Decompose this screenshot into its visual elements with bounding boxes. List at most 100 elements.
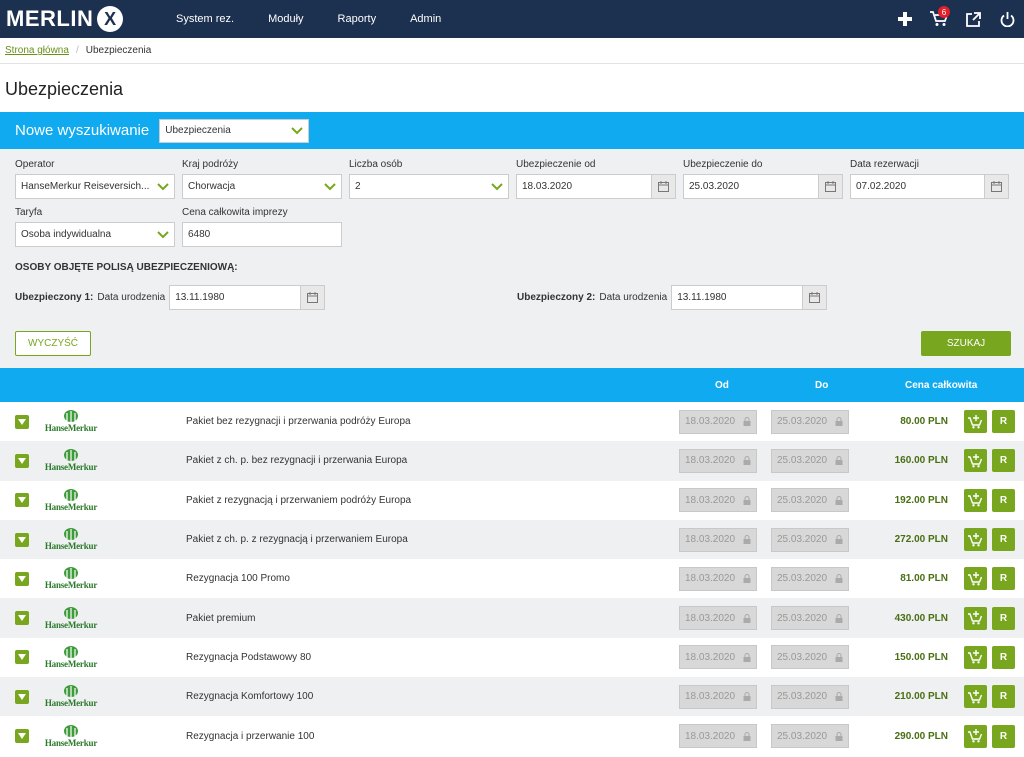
insurance-from-field: Ubezpieczenie od 18.03.2020 — [516, 159, 676, 199]
expand-icon[interactable] — [15, 493, 29, 508]
calendar-icon[interactable] — [802, 285, 828, 310]
total-price-input[interactable]: 6480 — [182, 222, 342, 247]
breadcrumb: Strona główna / Ubezpieczenia — [0, 38, 1024, 64]
total-price: 150.00 PLN — [894, 651, 948, 663]
calendar-icon[interactable] — [300, 285, 326, 310]
breadcrumb-home-link[interactable]: Strona główna — [5, 45, 69, 56]
tariff-select[interactable]: Osoba indywidualna — [15, 222, 175, 247]
lock-icon — [743, 613, 751, 623]
lock-icon — [743, 574, 751, 584]
plus-icon[interactable] — [888, 12, 922, 26]
persons-select[interactable]: 2 — [349, 174, 509, 199]
add-to-cart-button[interactable] — [964, 449, 987, 473]
merlin-logo[interactable]: MERLIN X — [6, 6, 156, 32]
add-to-cart-button[interactable] — [964, 528, 987, 552]
add-to-cart-icon — [968, 611, 983, 625]
reserve-button[interactable]: R — [992, 488, 1015, 512]
expand-icon[interactable] — [15, 571, 29, 586]
add-to-cart-icon — [968, 571, 983, 586]
expand-icon[interactable] — [15, 689, 29, 704]
date-to-readonly: 25.03.2020 — [771, 684, 849, 709]
birth-date-label: Data urodzenia — [97, 292, 166, 303]
nav-moduly[interactable]: Moduły — [268, 13, 303, 25]
reserve-button[interactable]: R — [992, 410, 1015, 434]
country-select[interactable]: Chorwacja — [182, 174, 342, 199]
add-to-cart-button[interactable] — [964, 410, 987, 434]
reserve-button[interactable]: R — [992, 685, 1015, 709]
tariff-label: Taryfa — [15, 207, 43, 218]
add-to-cart-icon — [968, 493, 983, 507]
date-from-value: 18.03.2020 — [685, 730, 736, 742]
reserve-button[interactable]: R — [992, 606, 1015, 630]
booking-date-input[interactable]: 07.02.2020 — [850, 174, 984, 199]
results-list: HanseMerkur Pakiet bez rezygnacji i prze… — [0, 402, 1024, 756]
package-name: Pakiet bez rezygnacji i przerwania podró… — [186, 416, 411, 428]
power-icon[interactable] — [990, 11, 1024, 27]
date-to-readonly: 25.03.2020 — [771, 566, 849, 591]
expand-icon[interactable] — [15, 414, 29, 429]
external-link-icon[interactable] — [956, 11, 990, 27]
search-type-select[interactable]: Ubezpieczenia — [159, 118, 310, 143]
lock-icon — [835, 652, 843, 662]
date-from-value: 18.03.2020 — [685, 651, 736, 663]
lock-icon — [743, 731, 751, 741]
nav-system-rez[interactable]: System rez. — [176, 13, 234, 25]
nav-raporty[interactable]: Raporty — [338, 13, 377, 25]
leaf-logo-icon — [64, 449, 78, 462]
reserve-button[interactable]: R — [992, 567, 1015, 591]
add-to-cart-button[interactable] — [964, 606, 987, 630]
logo-mark: X — [97, 6, 124, 32]
hansemerkur-logo: HanseMerkur — [40, 567, 102, 590]
add-to-cart-button[interactable] — [964, 645, 987, 669]
expand-icon[interactable] — [15, 453, 29, 468]
country-field: Kraj podróży Chorwacja — [182, 159, 342, 199]
lock-icon — [835, 417, 843, 427]
add-to-cart-icon — [968, 729, 983, 743]
lock-icon — [835, 535, 843, 545]
col-price-header: Cena całkowita — [905, 379, 978, 391]
result-row: HanseMerkur Pakiet z ch. p. z rezygnacją… — [0, 519, 1024, 560]
expand-icon[interactable] — [15, 611, 29, 626]
chevron-down-icon — [291, 126, 303, 134]
hansemerkur-logo: HanseMerkur — [40, 685, 102, 708]
reserve-button[interactable]: R — [992, 528, 1015, 552]
reserve-button[interactable]: R — [992, 645, 1015, 669]
search-title: Nowe wyszukiwanie — [15, 122, 150, 139]
insured-1-birth-input[interactable]: 13.11.1980 — [169, 285, 301, 310]
insured-2-row: Ubezpieczony 2: Data urodzenia 13.11.198… — [517, 285, 828, 310]
add-to-cart-button[interactable] — [964, 724, 987, 748]
search-button[interactable]: SZUKAJ — [921, 331, 1011, 356]
add-to-cart-icon — [968, 689, 983, 704]
operator-select[interactable]: HanseMerkur Reiseversich... — [15, 174, 175, 199]
calendar-icon[interactable] — [651, 174, 676, 199]
breadcrumb-current: Ubezpieczenia — [85, 45, 152, 56]
nav-admin[interactable]: Admin — [410, 13, 441, 25]
date-from-value: 18.03.2020 — [685, 573, 736, 585]
expand-icon[interactable] — [15, 729, 29, 744]
date-from-readonly: 18.03.2020 — [679, 488, 757, 513]
page-title: Ubezpieczenia — [5, 79, 124, 99]
package-name: Rezygnacja 100 Promo — [186, 573, 290, 585]
add-to-cart-button[interactable] — [964, 685, 987, 709]
add-to-cart-button[interactable] — [964, 488, 987, 512]
reserve-button[interactable]: R — [992, 449, 1015, 473]
calendar-icon[interactable] — [818, 174, 843, 199]
expand-icon[interactable] — [15, 532, 29, 547]
lock-icon — [743, 417, 751, 427]
add-to-cart-button[interactable] — [964, 567, 987, 591]
brand-name: HanseMerkur — [44, 737, 98, 748]
hansemerkur-logo: HanseMerkur — [40, 488, 102, 512]
result-row: HanseMerkur Rezygnacja Podstawowy 80 18.… — [0, 638, 1024, 677]
insurance-to-input[interactable]: 25.03.2020 — [683, 174, 818, 199]
cart-icon[interactable]: 6 — [922, 6, 956, 27]
insurance-from-input[interactable]: 18.03.2020 — [516, 174, 651, 199]
insured-2-birth-input[interactable]: 13.11.1980 — [671, 285, 803, 310]
calendar-icon[interactable] — [984, 174, 1009, 199]
expand-icon[interactable] — [15, 650, 29, 665]
clear-button[interactable]: WYCZYŚĆ — [15, 331, 91, 356]
logo-text: MERLIN — [6, 6, 94, 31]
persons-label: Liczba osób — [349, 159, 403, 170]
col-to-header: Do — [815, 379, 829, 391]
reserve-button[interactable]: R — [992, 724, 1015, 748]
date-to-readonly: 25.03.2020 — [771, 606, 849, 631]
